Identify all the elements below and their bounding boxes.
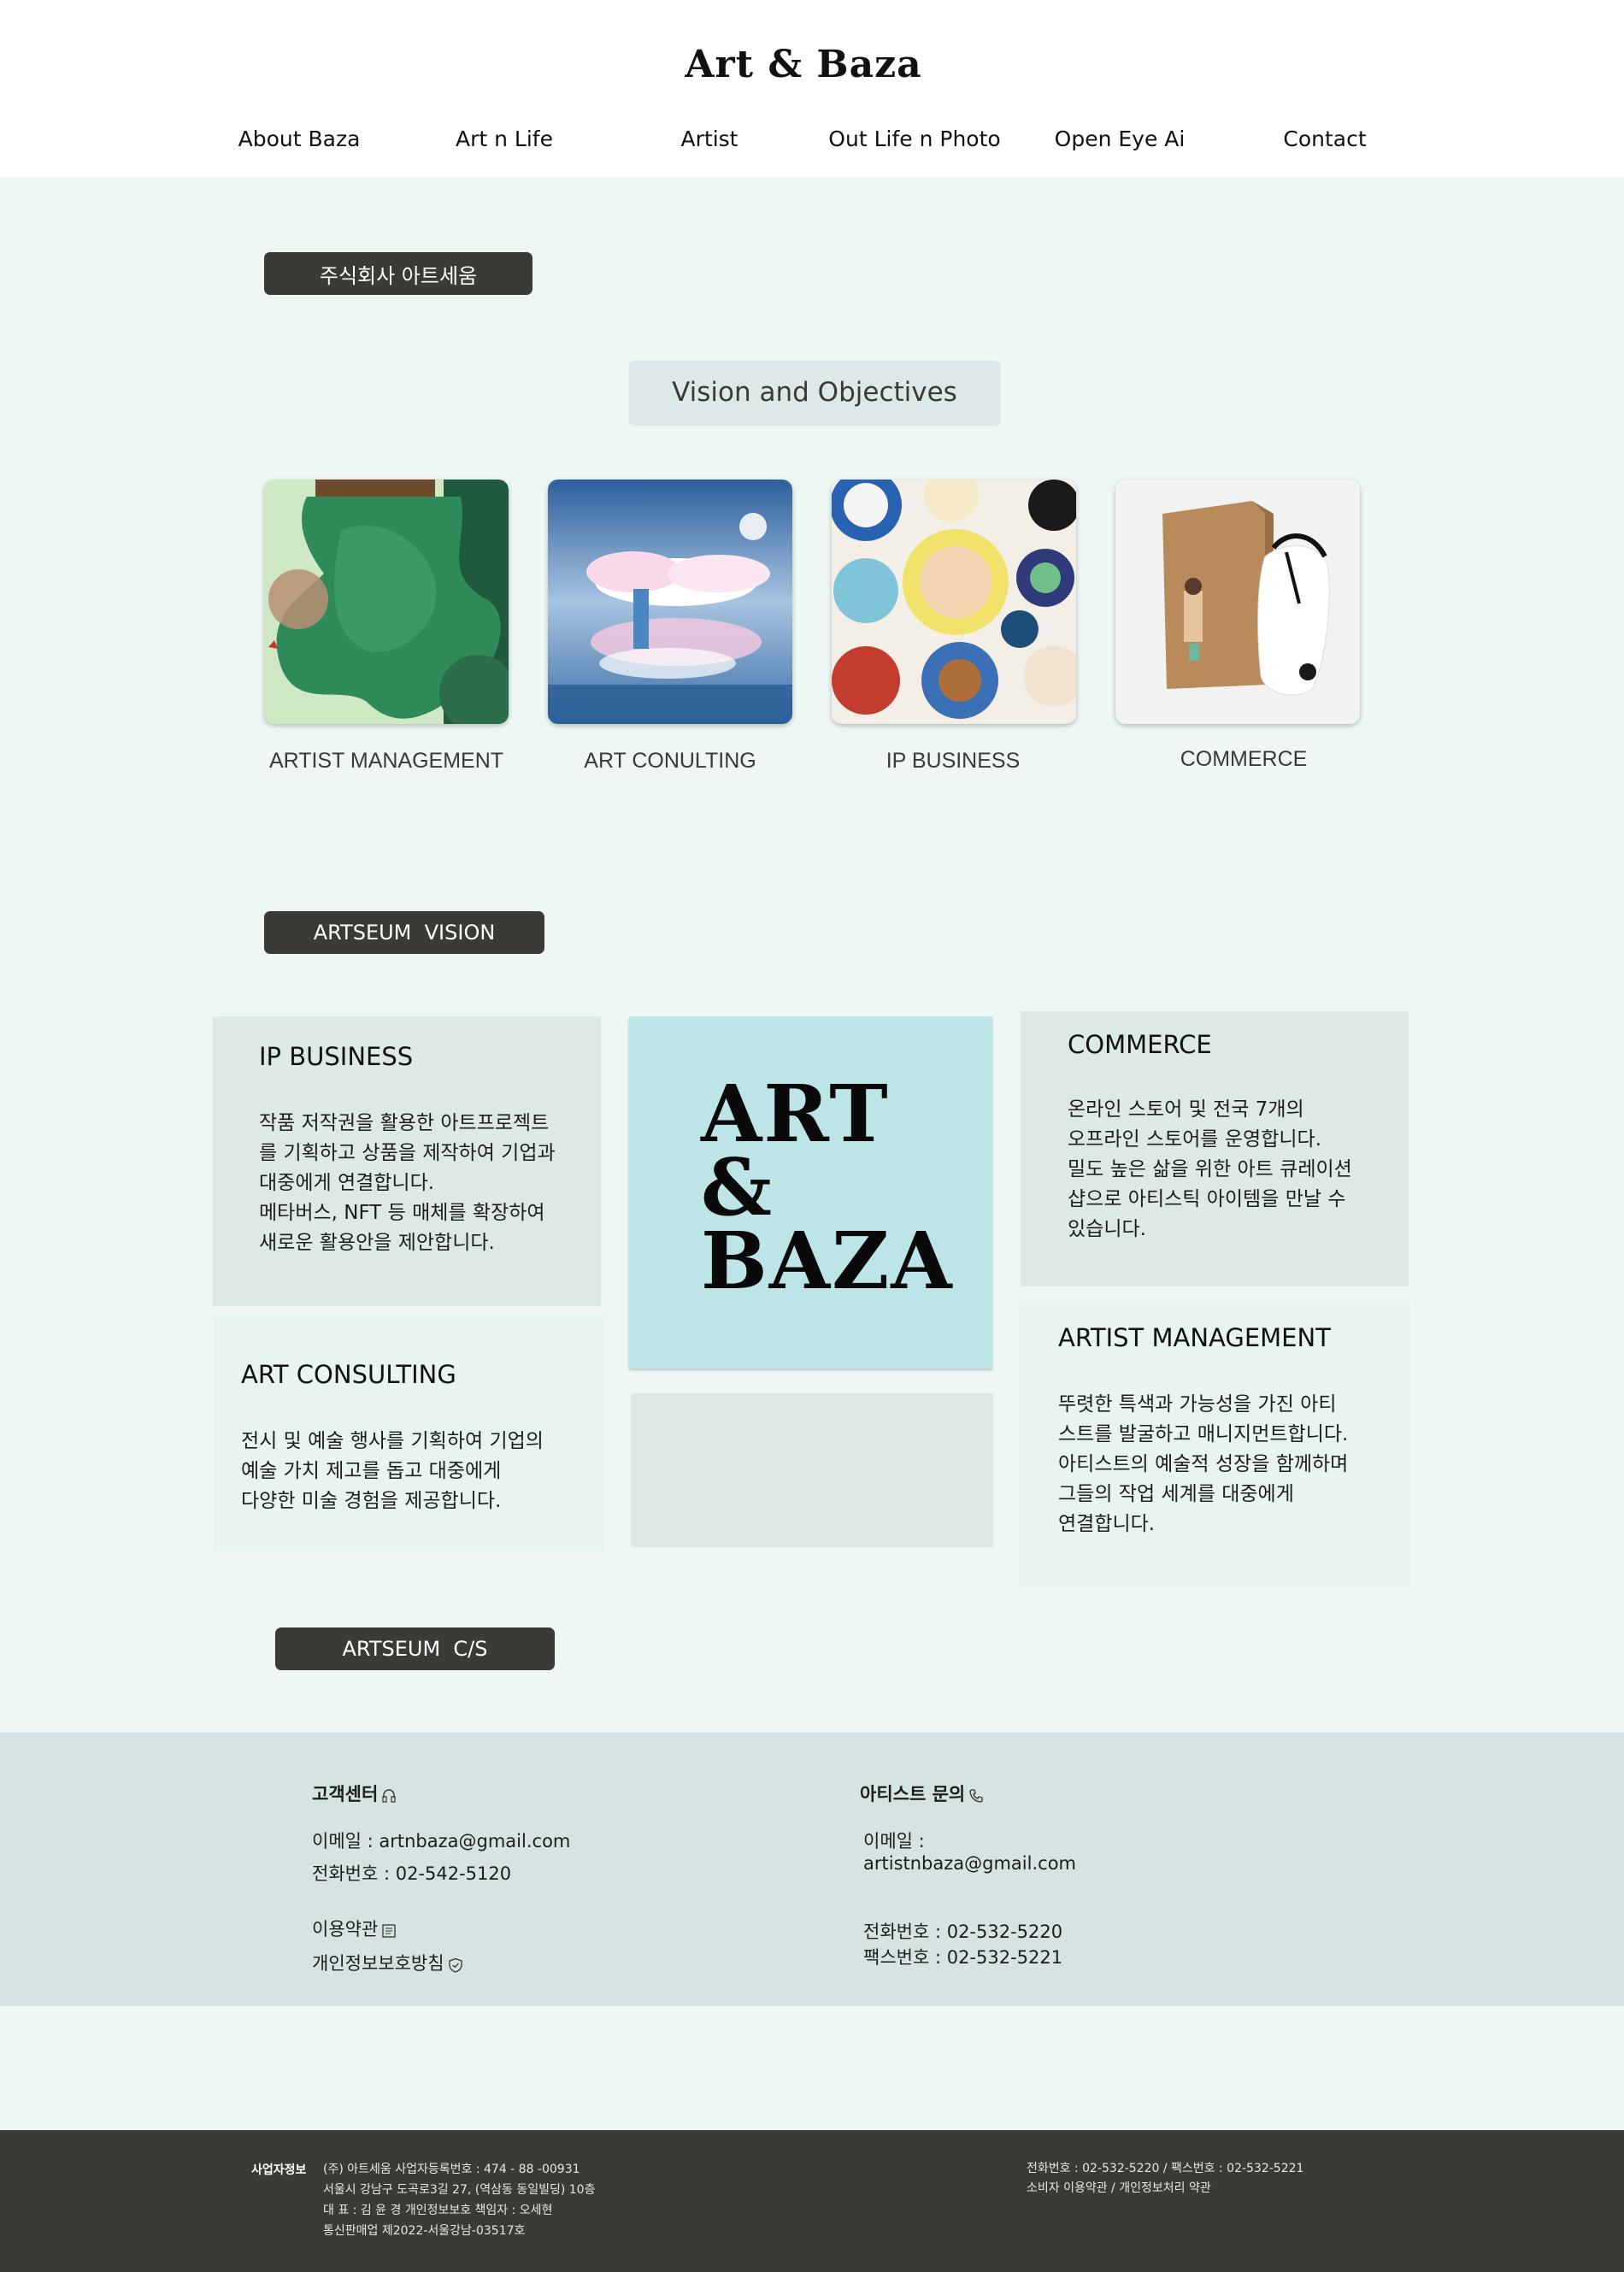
nav-item-contact[interactable]: Contact bbox=[1222, 127, 1427, 157]
bottom-footer bbox=[0, 2130, 1624, 2272]
card-label-commerce[interactable]: COMMERCE bbox=[1107, 747, 1380, 772]
business-info-contact: 전화번호 : 02-532-5220 / 팩스번호 : 02-532-5221 bbox=[1027, 2162, 1304, 2175]
card-label-ip-business[interactable]: IP BUSINESS bbox=[816, 749, 1090, 774]
commerce-box: COMMERCE 온라인 스토어 및 전국 7개의 오프라인 스토어를 운영합니… bbox=[1021, 1011, 1409, 1286]
vision-title: Vision and Objectives bbox=[629, 361, 1000, 424]
business-info-line1: (주) 아트세움 사업자등록번호 : 474 - 88 -00931 bbox=[323, 2163, 580, 2176]
artist-inquiry-title-text: 아티스트 문의 bbox=[860, 1784, 966, 1804]
art-consulting-text: 전시 및 예술 행사를 기획하여 기업의 예술 가치 제고를 돕고 대중에게 다… bbox=[241, 1430, 544, 1512]
empty-panel bbox=[631, 1393, 993, 1547]
nav-item-art-n-life[interactable]: Art n Life bbox=[402, 127, 607, 157]
artist-management-box: ARTIST MANAGEMENT 뚜렷한 특색과 가능성을 가진 아티 스트를… bbox=[1021, 1302, 1409, 1586]
card-label-art-consulting[interactable]: ART CONULTING bbox=[533, 749, 807, 774]
phone-icon bbox=[968, 1787, 984, 1803]
business-info-line2: 서울시 강남구 도곡로3길 27, (역삼동 동일빌딩) 10층 bbox=[323, 2183, 596, 2197]
art-consulting-box: ART CONSULTING 전시 및 예술 행사를 기획하여 기업의 예술 가… bbox=[215, 1317, 603, 1550]
customer-service-section bbox=[0, 1733, 1624, 2006]
customer-center-title: 고객센터 bbox=[312, 1781, 397, 1806]
customer-center-title-text: 고객센터 bbox=[312, 1784, 379, 1804]
terms-link-text[interactable]: 이용약관 bbox=[312, 1919, 378, 1939]
brand-logo[interactable]: Art & Baza bbox=[0, 43, 1607, 86]
main-nav: About Baza Art n Life Artist Out Life n … bbox=[197, 127, 1427, 157]
privacy-link[interactable]: 개인정보보호방침 bbox=[312, 1950, 463, 1975]
ip-business-box: IP BUSINESS 작품 저작권을 활용한 아트프로젝트 를 기획하고 상품… bbox=[213, 1016, 601, 1306]
ip-business-text: 작품 저작권을 활용한 아트프로젝트 를 기획하고 상품을 제작하여 기업과 대… bbox=[259, 1112, 556, 1254]
commerce-title: COMMERCE bbox=[1068, 1030, 1212, 1059]
business-info-line3: 대 표 : 김 윤 경 개인정보보호 책임자 : 오세현 bbox=[323, 2204, 553, 2217]
headset-icon bbox=[381, 1787, 397, 1803]
nav-item-about-baza[interactable]: About Baza bbox=[197, 127, 402, 157]
art-baza-logo-text: ART & BAZA bbox=[701, 1068, 954, 1307]
artist-management-text: 뚜렷한 특색과 가능성을 가진 아티 스트를 발굴하고 매니지먼트합니다. 아티… bbox=[1058, 1393, 1349, 1535]
artist-email-label: 이메일 : bbox=[863, 1831, 925, 1851]
customer-phone[interactable]: 전화번호 : 02-542-5120 bbox=[312, 1860, 511, 1886]
customer-email[interactable]: 이메일 : artnbaza@gmail.com bbox=[312, 1828, 570, 1853]
artist-phone[interactable]: 전화번호 : 02-532-5220 bbox=[863, 1918, 1062, 1944]
nav-item-artist[interactable]: Artist bbox=[607, 127, 812, 157]
card-image-commerce[interactable] bbox=[1115, 480, 1360, 724]
nav-item-out-life-n-photo[interactable]: Out Life n Photo bbox=[812, 127, 1017, 157]
document-icon bbox=[381, 1922, 397, 1938]
art-consulting-title: ART CONSULTING bbox=[241, 1360, 456, 1389]
artist-fax: 팩스번호 : 02-532-5221 bbox=[863, 1947, 1063, 1968]
commerce-text: 온라인 스토어 및 전국 7개의 오프라인 스토어를 운영합니다. 밀도 높은 … bbox=[1068, 1098, 1352, 1240]
artist-management-title: ARTIST MANAGEMENT bbox=[1058, 1323, 1331, 1352]
card-image-art-consulting[interactable] bbox=[548, 480, 792, 724]
artist-email[interactable]: artistnbaza@gmail.com bbox=[863, 1853, 1076, 1874]
business-info-label: 사업자정보 bbox=[251, 2163, 307, 2177]
card-image-ip-business[interactable] bbox=[832, 480, 1076, 724]
company-badge: 주식회사 아트세움 bbox=[264, 252, 533, 295]
shield-icon bbox=[448, 1957, 463, 1973]
business-info-line4: 통신판매업 제2022-서울강남-03517호 bbox=[323, 2224, 526, 2238]
ip-business-title: IP BUSINESS bbox=[259, 1042, 414, 1071]
cs-badge: ARTSEUM C/S bbox=[275, 1627, 555, 1670]
nav-item-open-eye-ai[interactable]: Open Eye Ai bbox=[1017, 127, 1222, 157]
vision-badge: ARTSEUM VISION bbox=[264, 911, 544, 954]
card-image-artist-management[interactable] bbox=[264, 480, 509, 724]
terms-link[interactable]: 이용약관 bbox=[312, 1916, 397, 1941]
privacy-link-text[interactable]: 개인정보보호방침 bbox=[312, 1953, 444, 1974]
artist-inquiry-title: 아티스트 문의 bbox=[860, 1781, 984, 1806]
business-info-policies[interactable]: 소비자 이용약관 / 개인정보처리 약관 bbox=[1027, 2178, 1211, 2198]
card-label-artist-management[interactable]: ARTIST MANAGEMENT bbox=[250, 749, 523, 774]
